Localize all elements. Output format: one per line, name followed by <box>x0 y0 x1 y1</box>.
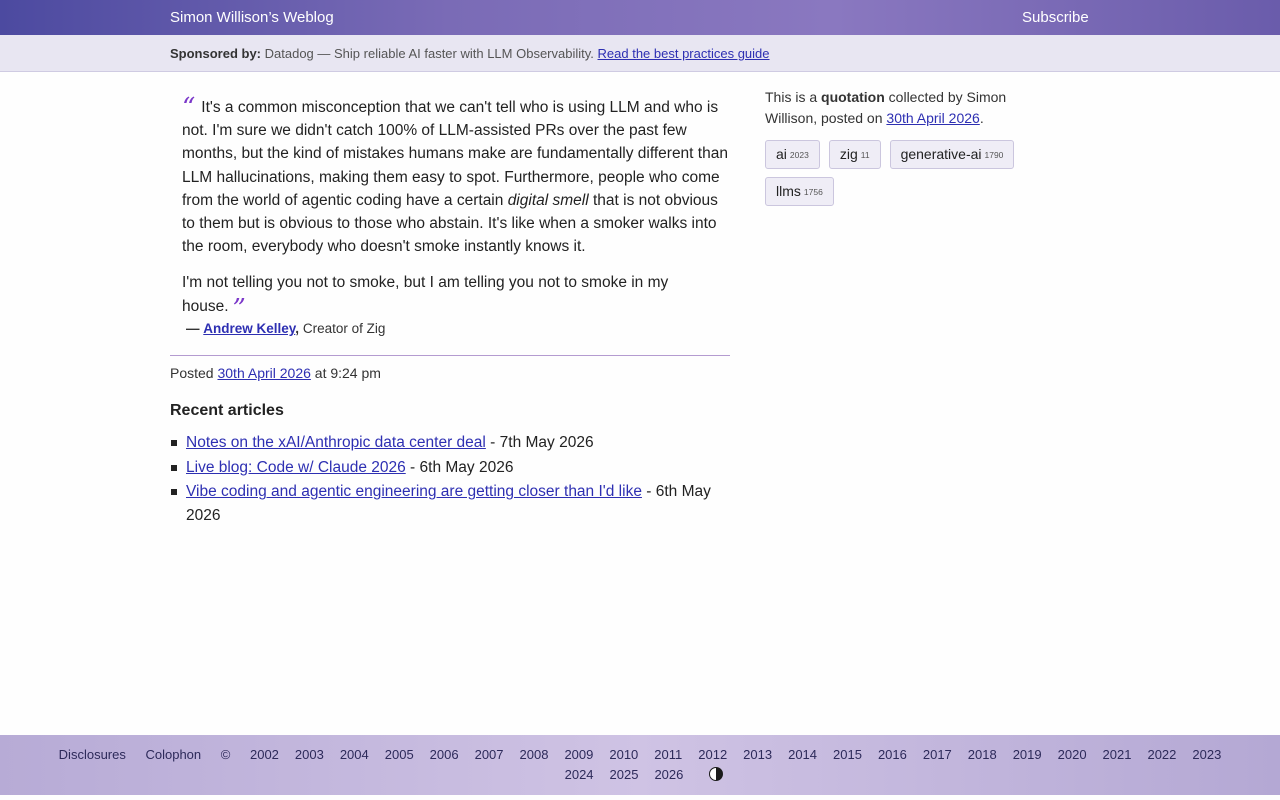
tag-count: 1756 <box>803 187 823 197</box>
year-link-2025[interactable]: 2025 <box>610 767 639 782</box>
recent-article-date: - 6th May 2026 <box>410 458 514 476</box>
tag-name: llms <box>776 183 801 199</box>
year-link-2017[interactable]: 2017 <box>923 747 952 762</box>
citation-role: Creator of Zig <box>302 321 386 336</box>
tag-list: ai 2023 zig 11 generative-ai 1790 llms 1756 <box>765 140 1040 214</box>
tag-ai[interactable]: ai 2023 <box>765 140 820 169</box>
tag-name: zig <box>839 146 858 162</box>
recent-article-link[interactable]: Vibe coding and agentic engineering are … <box>186 483 642 500</box>
year-link-2007[interactable]: 2007 <box>475 747 504 762</box>
year-link-2026[interactable]: 2026 <box>654 767 683 782</box>
year-link-2008[interactable]: 2008 <box>520 747 549 762</box>
list-item: Vibe coding and agentic engineering are … <box>171 480 734 526</box>
tag-count: 1790 <box>984 150 1004 160</box>
tag-llms[interactable]: llms 1756 <box>765 177 834 206</box>
quote-emphasis: digital smell <box>507 191 589 209</box>
year-link-2013[interactable]: 2013 <box>743 747 772 762</box>
sponsor-label: Sponsored by: <box>170 46 262 61</box>
citation-comma: , <box>295 321 300 336</box>
list-item: Live blog: Code w/ Claude 2026 - 6th May… <box>171 456 734 479</box>
year-link-2020[interactable]: 2020 <box>1058 747 1087 762</box>
year-link-2009[interactable]: 2009 <box>564 747 593 762</box>
year-link-2024[interactable]: 2024 <box>565 767 594 782</box>
year-link-2005[interactable]: 2005 <box>385 747 414 762</box>
year-link-2006[interactable]: 2006 <box>430 747 459 762</box>
tag-count: 2023 <box>789 150 809 160</box>
footer-links-row-2: 2024 2025 2026 <box>0 767 1280 782</box>
year-link-2014[interactable]: 2014 <box>788 747 817 762</box>
contrast-toggle-icon[interactable] <box>709 767 724 781</box>
tag-zig[interactable]: zig 11 <box>828 140 881 169</box>
tag-generative-ai[interactable]: generative-ai 1790 <box>889 140 1015 169</box>
close-quote-icon: ” <box>232 293 246 324</box>
tag-name: ai <box>776 146 787 162</box>
year-link-2003[interactable]: 2003 <box>295 747 324 762</box>
sponsor-text: Sponsored by: Datadog — Ship reliable AI… <box>170 46 770 61</box>
site-footer: Disclosures Colophon © 2002 2003 2004 2005 2… <box>0 735 1280 795</box>
sponsor-message: Datadog — Ship reliable AI faster with L… <box>264 46 594 61</box>
recent-article-date: - 7th May 2026 <box>490 434 594 451</box>
quote-citation: — Andrew Kelley, Creator of Zig <box>186 321 385 336</box>
info-type: quotation <box>821 89 885 105</box>
disclosures-link[interactable]: Disclosures <box>59 747 126 762</box>
quotation: “It's a common misconception that we can… <box>182 93 730 331</box>
year-link-2010[interactable]: 2010 <box>609 747 638 762</box>
copyright-mark: © <box>220 747 231 762</box>
year-link-2002[interactable]: 2002 <box>250 747 279 762</box>
year-link-2004[interactable]: 2004 <box>340 747 369 762</box>
colophon-link[interactable]: Colophon <box>145 747 201 762</box>
citation-dash: — <box>186 321 200 336</box>
footer-links-row-1: Disclosures Colophon © 2002 2003 2004 2005 2… <box>0 747 1280 762</box>
recent-article-link[interactable]: Live blog: Code w/ Claude 2026 <box>186 459 406 476</box>
open-quote-icon: “ <box>182 93 196 123</box>
quote-text-2: I'm not telling you not to smoke, but I … <box>182 274 669 315</box>
site-title-link[interactable]: Simon Willison’s Weblog <box>170 9 334 26</box>
recent-articles-heading: Recent articles <box>170 402 284 419</box>
sponsor-link[interactable]: Read the best practices guide <box>598 46 770 61</box>
info-end: . <box>979 110 984 126</box>
year-link-2023[interactable]: 2023 <box>1192 747 1221 762</box>
year-link-2016[interactable]: 2016 <box>878 747 907 762</box>
year-link-2021[interactable]: 2021 <box>1103 747 1132 762</box>
tag-name: generative-ai <box>900 146 982 162</box>
recent-articles-list: Notes on the xAI/Anthropic data center d… <box>171 431 734 528</box>
posted-date-link[interactable]: 30th April 2026 <box>217 365 310 381</box>
info-prefix: This is a <box>765 89 818 105</box>
tag-count: 11 <box>860 150 870 160</box>
year-link-2022[interactable]: 2022 <box>1147 747 1176 762</box>
quote-paragraph-2: I'm not telling you not to smoke, but I … <box>182 271 730 321</box>
posted-prefix: Posted <box>170 365 214 381</box>
sponsor-banner: Sponsored by: Datadog — Ship reliable AI… <box>0 35 1280 72</box>
year-link-2015[interactable]: 2015 <box>833 747 862 762</box>
year-link-2018[interactable]: 2018 <box>968 747 997 762</box>
year-link-2019[interactable]: 2019 <box>1013 747 1042 762</box>
quotation-info: This is a quotation collected by Simon W… <box>765 87 1035 129</box>
subscribe-link[interactable]: Subscribe <box>1022 9 1089 26</box>
list-item: Notes on the xAI/Anthropic data center d… <box>171 431 734 454</box>
posted-time: at 9:24 pm <box>314 365 381 381</box>
posted-line: Posted 30th April 2026 at 9:24 pm <box>170 365 381 381</box>
year-link-2012[interactable]: 2012 <box>698 747 727 762</box>
quote-paragraph-1: “It's a common misconception that we can… <box>182 93 730 258</box>
site-header: Simon Willison’s Weblog Subscribe <box>0 0 1280 35</box>
divider <box>170 355 730 356</box>
info-date-link[interactable]: 30th April 2026 <box>886 110 979 126</box>
recent-article-link[interactable]: Notes on the xAI/Anthropic data center d… <box>186 434 486 451</box>
citation-author-link[interactable]: Andrew Kelley <box>203 321 295 336</box>
year-link-2011[interactable]: 2011 <box>654 747 682 762</box>
